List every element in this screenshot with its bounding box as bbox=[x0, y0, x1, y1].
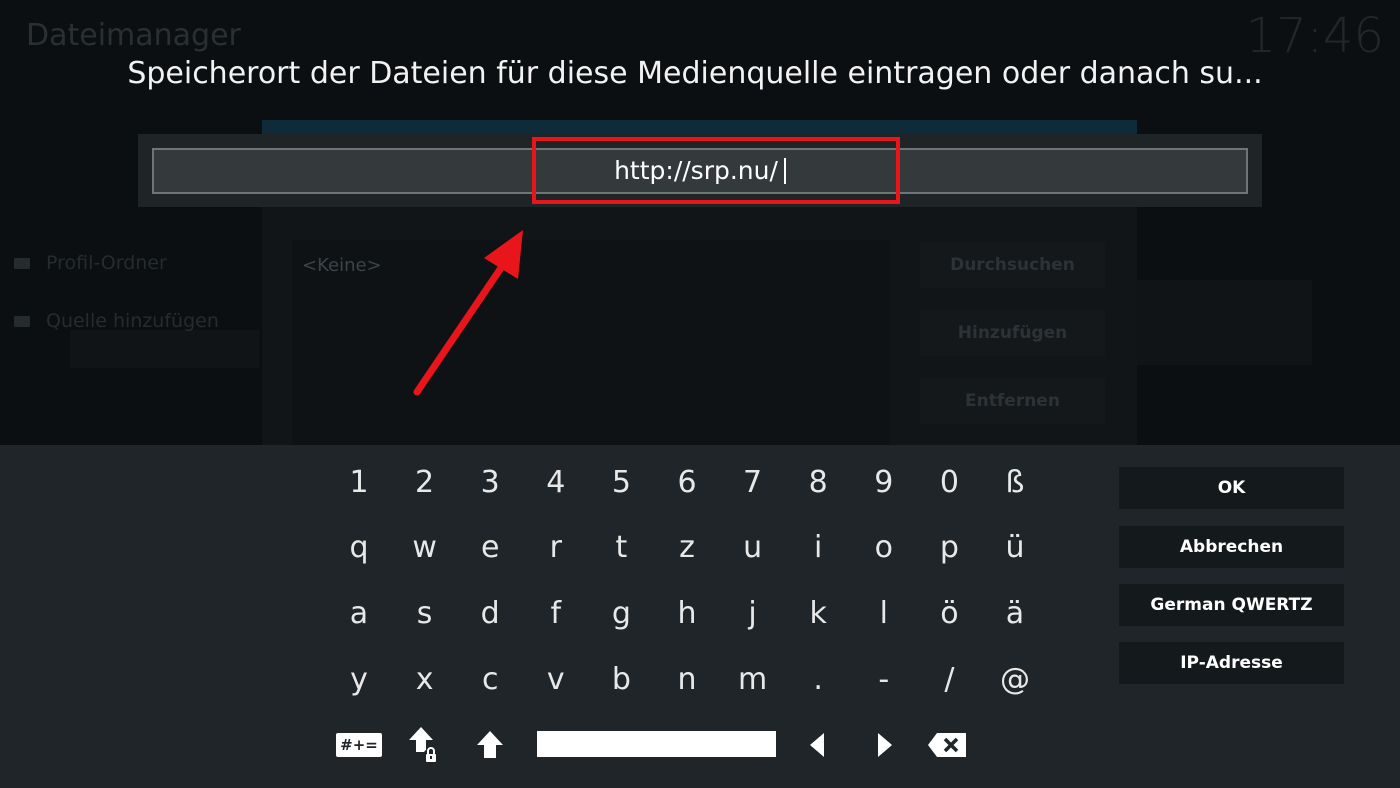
key[interactable]: l bbox=[854, 583, 914, 643]
space-key[interactable] bbox=[537, 731, 776, 757]
cancel-button[interactable]: Abbrechen bbox=[1119, 526, 1344, 568]
key[interactable]: i bbox=[788, 518, 848, 578]
key[interactable]: k bbox=[788, 583, 848, 643]
key[interactable]: ß bbox=[985, 452, 1045, 512]
key[interactable]: ä bbox=[985, 583, 1045, 643]
key[interactable]: 4 bbox=[526, 452, 586, 512]
dialog-header-bar bbox=[262, 120, 1137, 134]
key[interactable]: 3 bbox=[460, 452, 520, 512]
remove-button: Entfernen bbox=[920, 378, 1105, 424]
key[interactable]: h bbox=[657, 583, 717, 643]
sidebar-item-label: Profil-Ordner bbox=[46, 252, 167, 274]
add-button: Hinzufügen bbox=[920, 310, 1105, 356]
key[interactable]: z bbox=[657, 518, 717, 578]
key[interactable]: 6 bbox=[657, 452, 717, 512]
sidebar-item-label: Quelle hinzufügen bbox=[46, 310, 219, 332]
arrow-right-icon bbox=[878, 733, 892, 757]
symbols-label: #+= bbox=[336, 733, 382, 757]
key[interactable]: d bbox=[460, 583, 520, 643]
background-title: Dateimanager bbox=[26, 18, 241, 53]
key[interactable]: j bbox=[723, 583, 783, 643]
browse-button: Durchsuchen bbox=[920, 242, 1105, 288]
backspace-icon bbox=[928, 733, 966, 757]
caps-lock-key[interactable] bbox=[400, 725, 450, 765]
on-screen-keyboard: 1234567890ß qwertzuiopü asdfghjklöä yxcvbnm… bbox=[0, 445, 1400, 788]
key[interactable]: b bbox=[591, 649, 651, 709]
key[interactable]: 8 bbox=[788, 452, 848, 512]
key[interactable]: 9 bbox=[854, 452, 914, 512]
backspace-key[interactable] bbox=[922, 725, 972, 765]
dialog-heading: Speicherort der Dateien für diese Medien… bbox=[127, 56, 1263, 91]
cursor-right-key[interactable] bbox=[860, 725, 910, 765]
key[interactable]: g bbox=[591, 583, 651, 643]
key[interactable]: f bbox=[526, 583, 586, 643]
key[interactable]: 0 bbox=[919, 452, 979, 512]
key[interactable]: / bbox=[919, 649, 979, 709]
ok-button[interactable]: OK bbox=[1119, 467, 1344, 509]
folder-icon bbox=[14, 315, 30, 327]
key[interactable]: 2 bbox=[395, 452, 455, 512]
key[interactable]: t bbox=[591, 518, 651, 578]
layout-button[interactable]: German QWERTZ bbox=[1119, 584, 1344, 626]
key[interactable]: q bbox=[329, 518, 389, 578]
key[interactable]: p bbox=[919, 518, 979, 578]
key[interactable]: 7 bbox=[723, 452, 783, 512]
sidebar-item-add-source: Quelle hinzufügen bbox=[14, 310, 219, 332]
key[interactable]: n bbox=[657, 649, 717, 709]
key[interactable]: x bbox=[395, 649, 455, 709]
key[interactable]: c bbox=[460, 649, 520, 709]
key[interactable]: v bbox=[526, 649, 586, 709]
shift-icon bbox=[477, 731, 503, 758]
key[interactable]: . bbox=[788, 649, 848, 709]
arrow-left-icon bbox=[810, 733, 824, 757]
key[interactable]: 1 bbox=[329, 452, 389, 512]
background-panel bbox=[1137, 280, 1312, 365]
ip-address-button[interactable]: IP-Adresse bbox=[1119, 642, 1344, 684]
caps-lock-icon bbox=[409, 727, 439, 764]
key[interactable]: w bbox=[395, 518, 455, 578]
sidebar-item-profile-folder: Profil-Ordner bbox=[14, 252, 167, 274]
key[interactable]: 5 bbox=[591, 452, 651, 512]
symbols-key[interactable]: #+= bbox=[334, 725, 384, 765]
key[interactable]: r bbox=[526, 518, 586, 578]
background-highlight bbox=[70, 330, 260, 368]
cursor-left-key[interactable] bbox=[792, 725, 842, 765]
key[interactable]: y bbox=[329, 649, 389, 709]
key[interactable]: @ bbox=[985, 649, 1045, 709]
key[interactable]: - bbox=[854, 649, 914, 709]
key[interactable]: s bbox=[395, 583, 455, 643]
highlight-box bbox=[532, 137, 900, 204]
empty-list-label: <Keine> bbox=[302, 255, 382, 276]
key[interactable]: o bbox=[854, 518, 914, 578]
key[interactable]: ü bbox=[985, 518, 1045, 578]
key[interactable]: a bbox=[329, 583, 389, 643]
key[interactable]: e bbox=[460, 518, 520, 578]
key[interactable]: ö bbox=[919, 583, 979, 643]
key[interactable]: m bbox=[723, 649, 783, 709]
shift-key[interactable] bbox=[465, 725, 515, 765]
key[interactable]: u bbox=[723, 518, 783, 578]
folder-icon bbox=[14, 257, 30, 269]
